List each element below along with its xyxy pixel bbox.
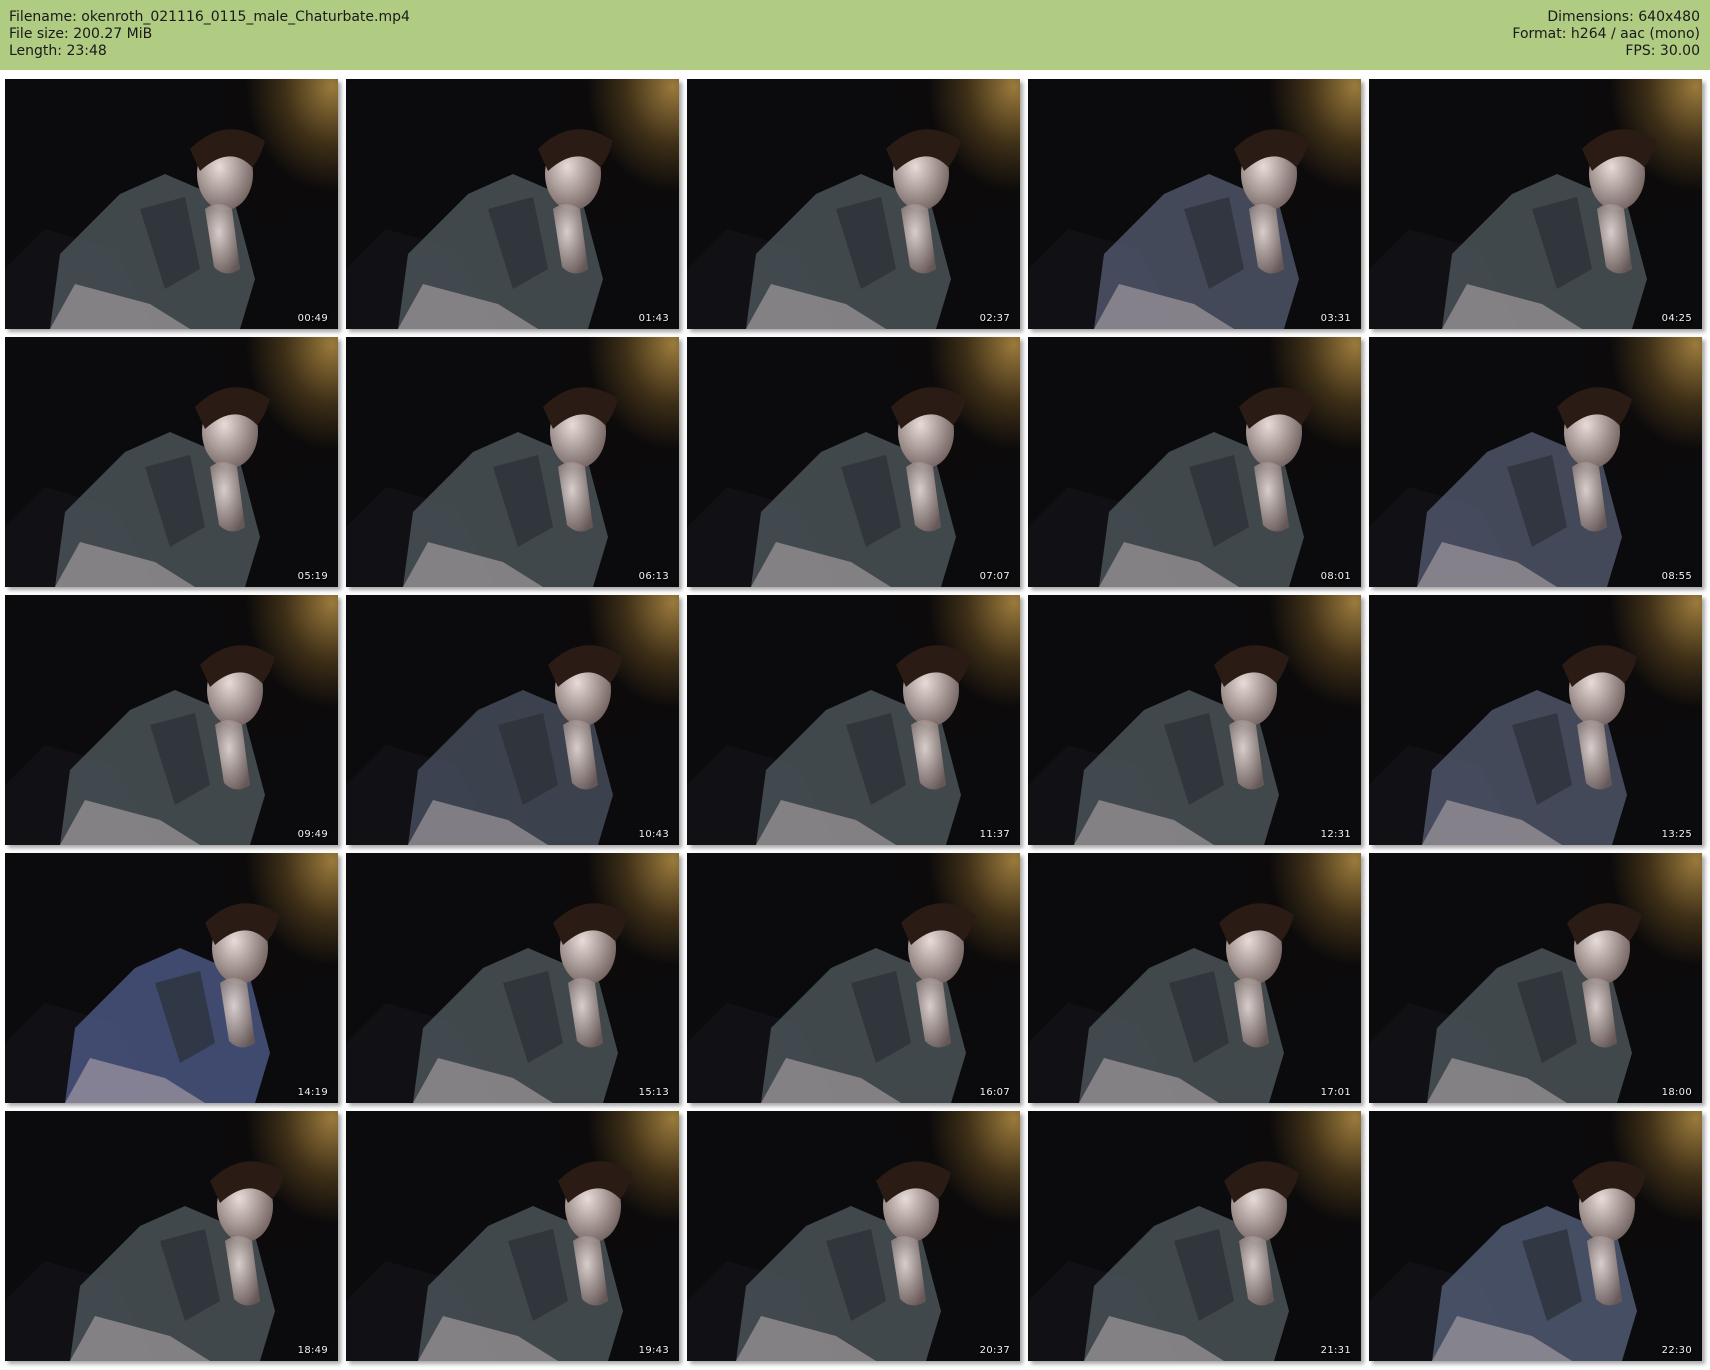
video-thumbnail[interactable]: 19:43 bbox=[346, 1111, 679, 1361]
thumbnail-timestamp: 12:31 bbox=[1320, 829, 1351, 840]
thumbnail-timestamp: 08:55 bbox=[1661, 571, 1692, 582]
thumbnail-timestamp: 03:31 bbox=[1320, 313, 1351, 324]
thumbnail-frame-image bbox=[1369, 853, 1702, 1103]
thumbnail-timestamp: 09:49 bbox=[297, 829, 328, 840]
thumbnail-frame-image bbox=[1369, 337, 1702, 587]
fps-text: FPS: 30.00 bbox=[1625, 43, 1700, 59]
thumbnail-timestamp: 18:49 bbox=[297, 1345, 328, 1356]
video-thumbnail[interactable]: 07:07 bbox=[687, 337, 1020, 587]
length-text: Length: 23:48 bbox=[9, 43, 107, 59]
thumbnail-frame-image bbox=[1028, 337, 1361, 587]
thumbnail-timestamp: 19:43 bbox=[638, 1345, 669, 1356]
thumbnail-frame-image bbox=[5, 595, 338, 845]
video-thumbnail[interactable]: 02:37 bbox=[687, 79, 1020, 329]
video-thumbnail[interactable]: 12:31 bbox=[1028, 595, 1361, 845]
thumbnail-frame-image bbox=[687, 79, 1020, 329]
thumbnail-timestamp: 11:37 bbox=[979, 829, 1010, 840]
thumbnail-timestamp: 08:01 bbox=[1320, 571, 1351, 582]
thumbnail-frame-image bbox=[687, 1111, 1020, 1361]
thumbnail-frame-image bbox=[1369, 79, 1702, 329]
thumbnail-timestamp: 05:19 bbox=[297, 571, 328, 582]
video-thumbnail[interactable]: 15:13 bbox=[346, 853, 679, 1103]
video-thumbnail[interactable]: 08:55 bbox=[1369, 337, 1702, 587]
thumbnail-timestamp: 14:19 bbox=[297, 1087, 328, 1098]
video-thumbnail[interactable]: 18:00 bbox=[1369, 853, 1702, 1103]
thumbnail-frame-image bbox=[5, 853, 338, 1103]
thumbnail-timestamp: 02:37 bbox=[979, 313, 1010, 324]
video-thumbnail[interactable]: 10:43 bbox=[346, 595, 679, 845]
video-thumbnail[interactable]: 08:01 bbox=[1028, 337, 1361, 587]
thumbnail-frame-image bbox=[1028, 1111, 1361, 1361]
thumbnail-frame-image bbox=[1369, 595, 1702, 845]
video-thumbnail[interactable]: 04:25 bbox=[1369, 79, 1702, 329]
thumbnail-frame-image bbox=[1028, 853, 1361, 1103]
thumbnail-frame-image bbox=[687, 595, 1020, 845]
thumbnail-timestamp: 04:25 bbox=[1661, 313, 1692, 324]
thumbnail-timestamp: 10:43 bbox=[638, 829, 669, 840]
thumbnail-frame-image bbox=[1028, 595, 1361, 845]
thumbnail-timestamp: 00:49 bbox=[297, 313, 328, 324]
video-thumbnail[interactable]: 11:37 bbox=[687, 595, 1020, 845]
file-info-left: Filename: okenroth_021116_0115_male_Chat… bbox=[9, 9, 410, 60]
video-thumbnail[interactable]: 17:01 bbox=[1028, 853, 1361, 1103]
thumbnail-timestamp: 21:31 bbox=[1320, 1345, 1351, 1356]
dimensions-text: Dimensions: 640x480 bbox=[1547, 9, 1700, 25]
video-thumbnail[interactable]: 13:25 bbox=[1369, 595, 1702, 845]
filesize-text: File size: 200.27 MiB bbox=[9, 26, 153, 42]
format-text: Format: h264 / aac (mono) bbox=[1512, 26, 1700, 42]
thumbnail-frame-image bbox=[687, 853, 1020, 1103]
video-thumbnail[interactable]: 14:19 bbox=[5, 853, 338, 1103]
thumbnail-frame-image bbox=[5, 1111, 338, 1361]
info-header: Filename: okenroth_021116_0115_male_Chat… bbox=[0, 0, 1710, 70]
video-thumbnail[interactable]: 20:37 bbox=[687, 1111, 1020, 1361]
thumbnail-timestamp: 17:01 bbox=[1320, 1087, 1351, 1098]
thumbnail-timestamp: 20:37 bbox=[979, 1345, 1010, 1356]
video-thumbnail[interactable]: 16:07 bbox=[687, 853, 1020, 1103]
thumbnail-frame-image bbox=[5, 337, 338, 587]
video-thumbnail[interactable]: 05:19 bbox=[5, 337, 338, 587]
file-info-right: Dimensions: 640x480 Format: h264 / aac (… bbox=[1512, 9, 1700, 60]
thumbnail-timestamp: 15:13 bbox=[638, 1087, 669, 1098]
filename-text: Filename: okenroth_021116_0115_male_Chat… bbox=[9, 9, 410, 25]
thumbnail-timestamp: 06:13 bbox=[638, 571, 669, 582]
thumbnail-grid: 00:49 01:43 02:37 03:31 04:25 05:19 06:13 07:07… bbox=[5, 79, 1705, 1365]
thumbnail-frame-image bbox=[1028, 79, 1361, 329]
thumbnail-timestamp: 22:30 bbox=[1661, 1345, 1692, 1356]
video-thumbnail[interactable]: 21:31 bbox=[1028, 1111, 1361, 1361]
thumbnail-frame-image bbox=[346, 595, 679, 845]
video-thumbnail[interactable]: 22:30 bbox=[1369, 1111, 1702, 1361]
thumbnail-timestamp: 07:07 bbox=[979, 571, 1010, 582]
thumbnail-frame-image bbox=[346, 1111, 679, 1361]
thumbnail-frame-image bbox=[346, 79, 679, 329]
thumbnail-timestamp: 18:00 bbox=[1661, 1087, 1692, 1098]
thumbnail-timestamp: 01:43 bbox=[638, 313, 669, 324]
video-thumbnail[interactable]: 18:49 bbox=[5, 1111, 338, 1361]
video-thumbnail[interactable]: 00:49 bbox=[5, 79, 338, 329]
thumbnail-timestamp: 13:25 bbox=[1661, 829, 1692, 840]
video-thumbnail[interactable]: 01:43 bbox=[346, 79, 679, 329]
video-thumbnail[interactable]: 06:13 bbox=[346, 337, 679, 587]
video-thumbnail[interactable]: 09:49 bbox=[5, 595, 338, 845]
thumbnail-frame-image bbox=[5, 79, 338, 329]
thumbnail-frame-image bbox=[1369, 1111, 1702, 1361]
video-thumbnail[interactable]: 03:31 bbox=[1028, 79, 1361, 329]
thumbnail-frame-image bbox=[687, 337, 1020, 587]
thumbnail-frame-image bbox=[346, 337, 679, 587]
thumbnail-timestamp: 16:07 bbox=[979, 1087, 1010, 1098]
thumbnail-frame-image bbox=[346, 853, 679, 1103]
